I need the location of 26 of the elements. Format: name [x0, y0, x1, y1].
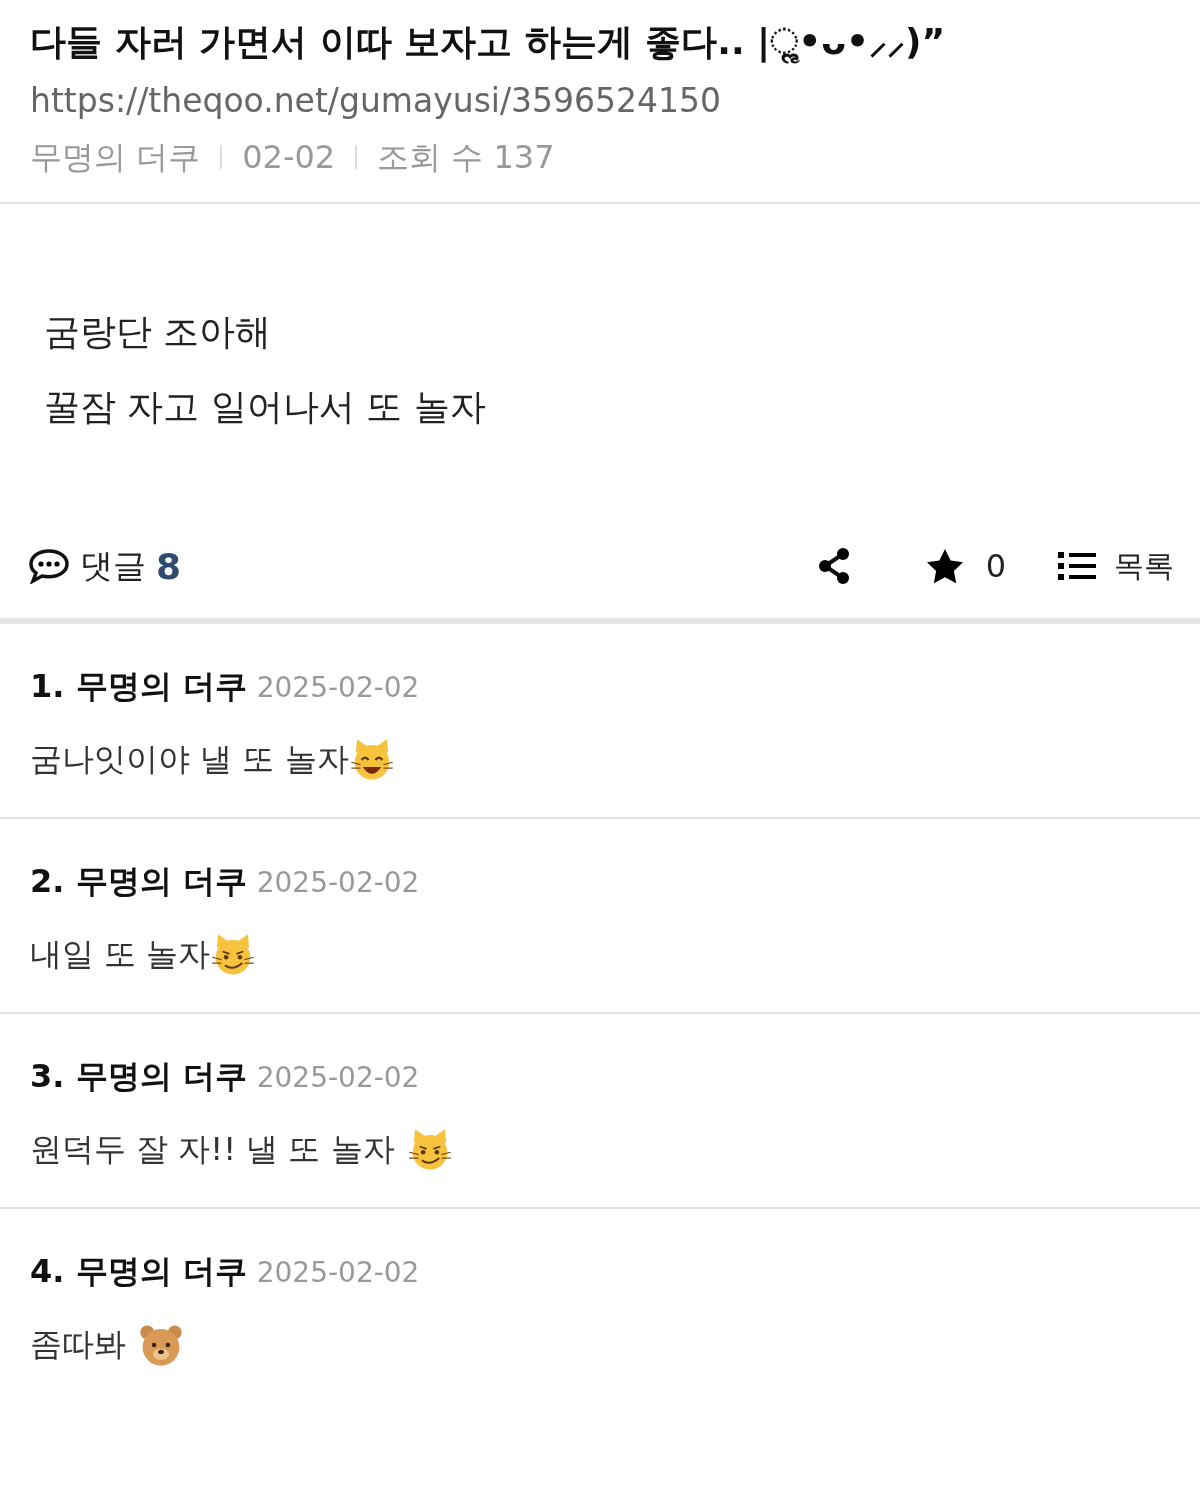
view-count: 조회 수 137 — [377, 137, 555, 178]
comment-text: 내일 또 놀자 — [30, 934, 211, 975]
speech-bubble-icon — [28, 548, 70, 584]
star-count: 0 — [985, 547, 1006, 585]
comment-text: 굼나잇이야 낼 또 놀자 — [30, 739, 349, 780]
body-text: 굼랑단 조아해 — [44, 310, 273, 354]
comment-text: 원덕두 잘 자!! 낼 또 놀자 — [30, 1129, 395, 1170]
comment-text: 좀따봐 — [30, 1324, 126, 1365]
comment-date: 2025-02-02 — [256, 1255, 420, 1291]
comment-author: 2. 무명의 더쿠 — [30, 861, 247, 902]
body-text: 꿀잠 자고 일어나서 또 놀자 — [44, 385, 487, 429]
post-title: 다들 자러 가면서 이따 보자고 하는게 좋다.. |ૢ•ᴗ•⸝⸝)” — [30, 20, 947, 66]
list-icon[interactable] — [1058, 551, 1096, 581]
comment-author: 4. 무명의 더쿠 — [30, 1251, 247, 1292]
list-link[interactable]: 목록 — [1114, 545, 1174, 587]
author-name: 무명의 더쿠 — [30, 137, 201, 178]
post-url[interactable]: https://theqoo.net/gumayusi/3596524150 — [30, 76, 1170, 126]
post-date: 02-02 — [242, 137, 336, 178]
comment-author: 3. 무명의 더쿠 — [30, 1056, 247, 1097]
comments-label: 댓글 — [80, 544, 146, 587]
comment-date: 2025-02-02 — [256, 865, 420, 901]
comment-date: 2025-02-02 — [256, 670, 420, 706]
star-icon[interactable] — [925, 548, 964, 584]
comment-date: 2025-02-02 — [256, 1060, 420, 1096]
comment-count: 8 — [156, 545, 182, 587]
comment-author: 1. 무명의 더쿠 — [30, 666, 247, 707]
